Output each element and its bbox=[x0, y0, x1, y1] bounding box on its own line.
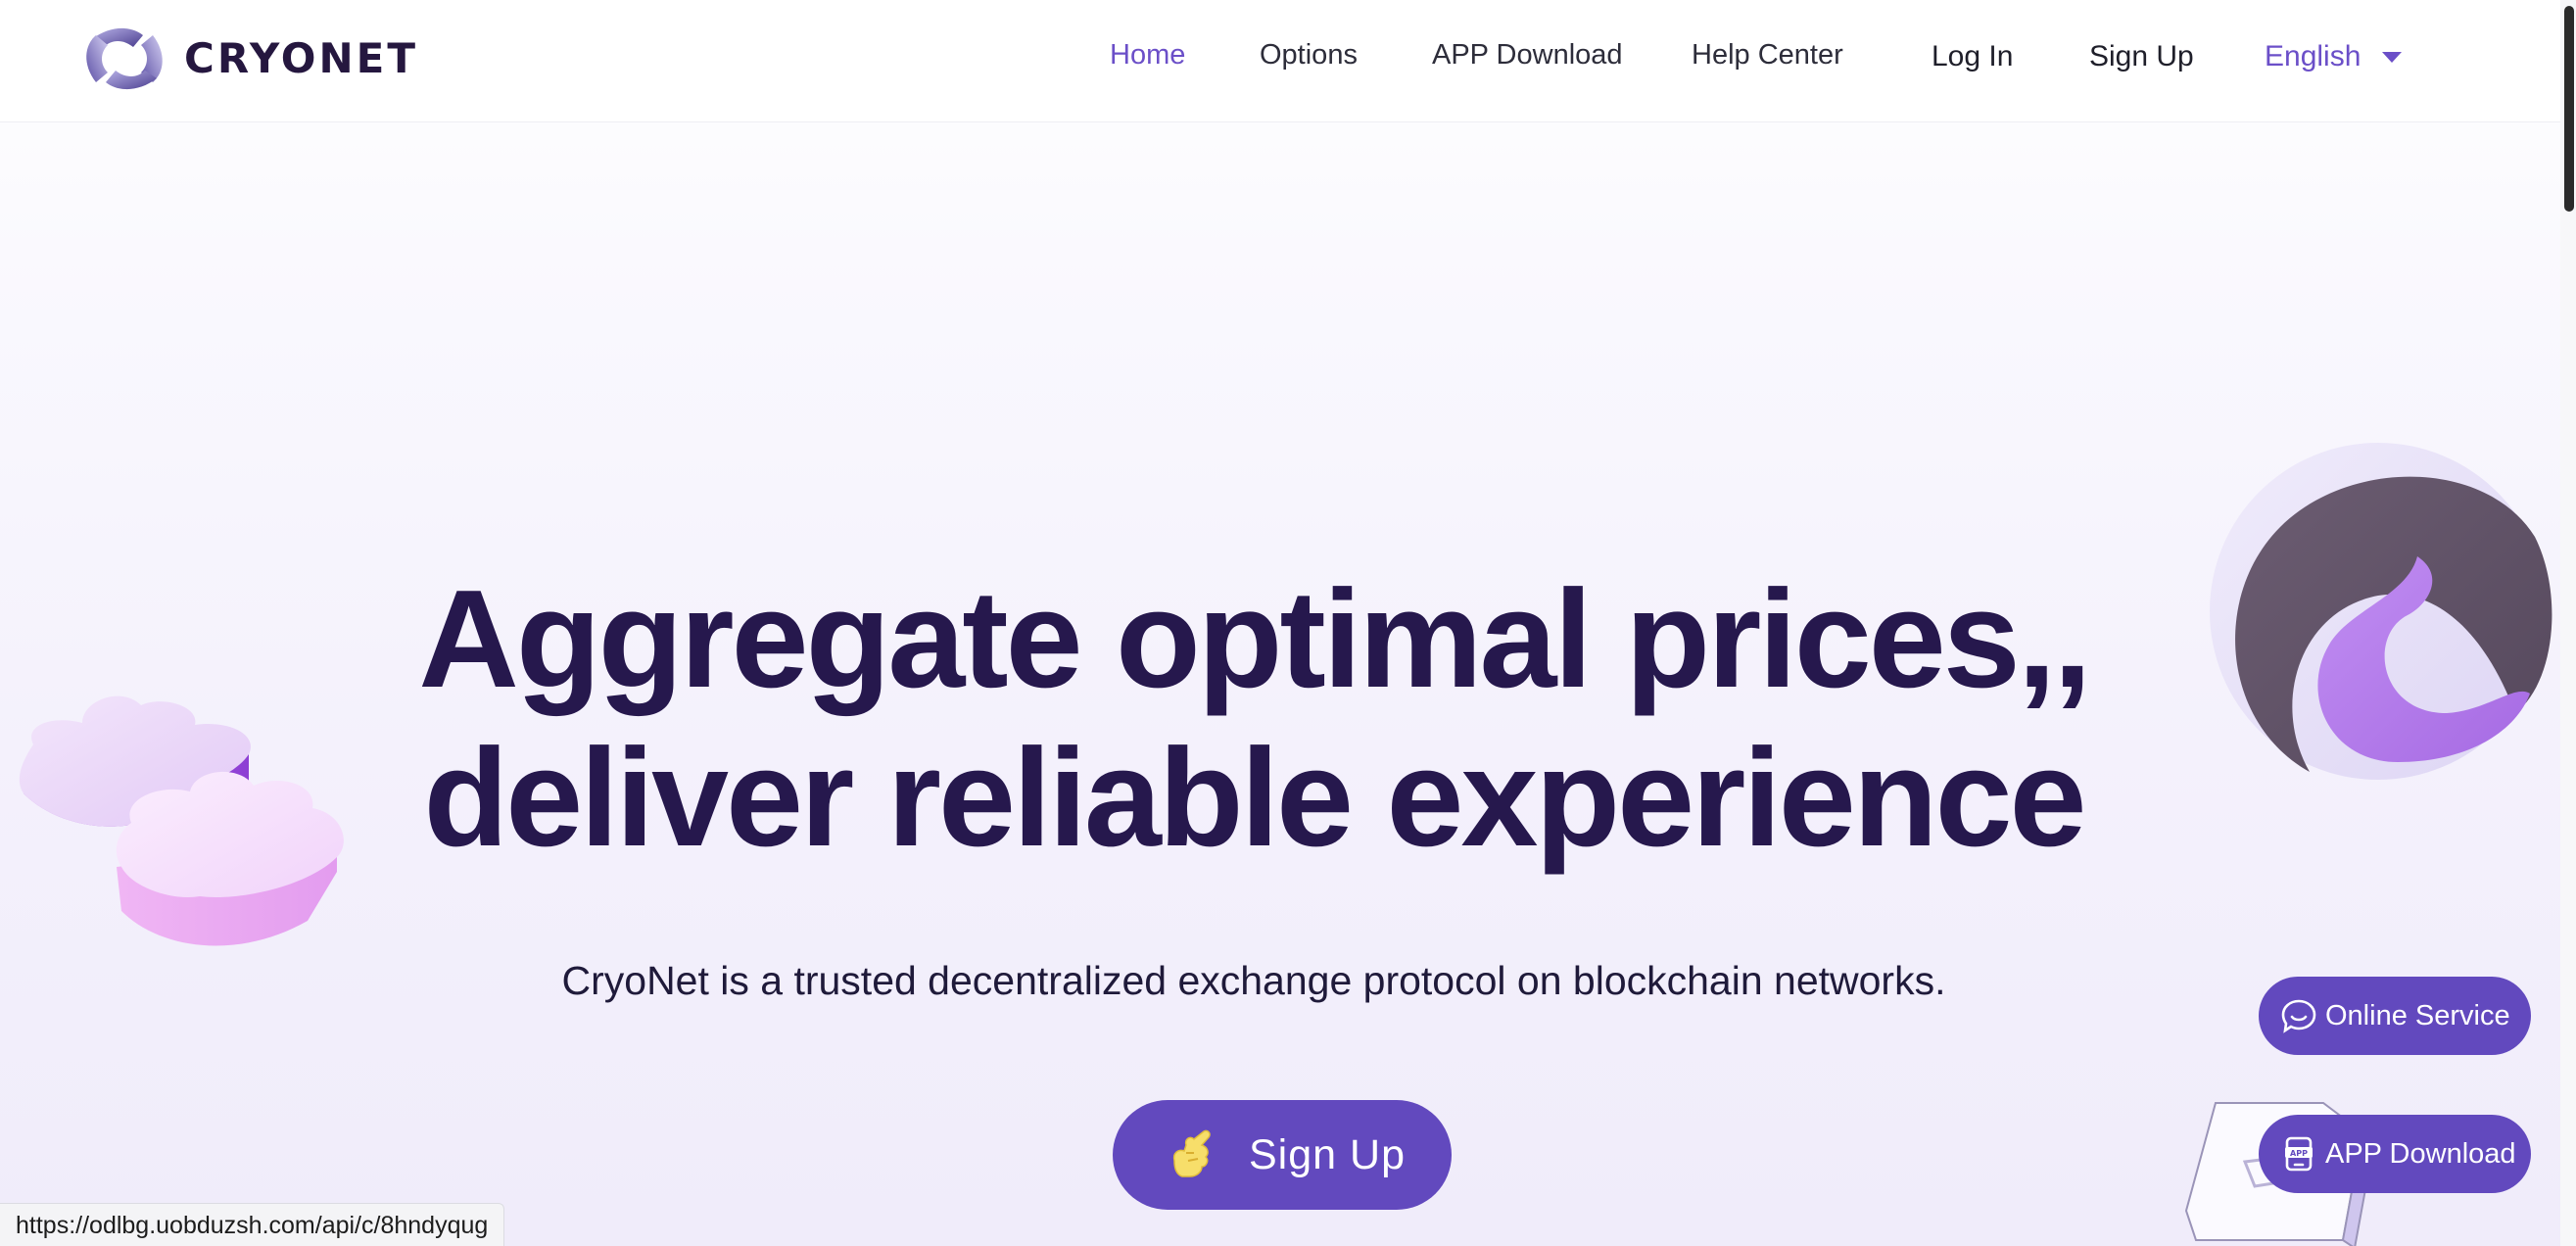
svg-text:APP: APP bbox=[2290, 1149, 2308, 1158]
nav-help-center[interactable]: Help Center bbox=[1692, 35, 1843, 74]
logo[interactable]: CRYONET bbox=[82, 22, 418, 94]
chat-bubble-icon bbox=[2281, 999, 2316, 1033]
nav-options[interactable]: Options bbox=[1260, 35, 1358, 74]
hero-signup-button[interactable]: Sign Up bbox=[1113, 1100, 1452, 1210]
online-service-button[interactable]: Online Service bbox=[2259, 977, 2531, 1055]
language-selector[interactable]: English bbox=[2265, 37, 2403, 76]
caret-down-icon bbox=[2382, 51, 2403, 63]
nav-home[interactable]: Home bbox=[1110, 35, 1185, 74]
top-navbar: CRYONET Home Options APP Download Help C… bbox=[0, 0, 2560, 122]
page: CRYONET Home Options APP Download Help C… bbox=[0, 0, 2576, 1246]
scrollbar-thumb[interactable] bbox=[2564, 6, 2574, 212]
signup-link[interactable]: Sign Up bbox=[2089, 37, 2194, 76]
hero-headline-line-1: Aggregate optimal prices,, bbox=[418, 561, 2091, 717]
status-bar-url: https://odlbg.uobduzsh.com/api/c/8hndyqu… bbox=[0, 1203, 505, 1246]
nav-app-download[interactable]: APP Download bbox=[1432, 35, 1623, 74]
app-download-float-button[interactable]: APP APP Download bbox=[2259, 1115, 2531, 1193]
app-download-float-label: APP Download bbox=[2325, 1137, 2516, 1170]
hero-headline-line-2: deliver reliable experience bbox=[423, 720, 2086, 876]
login-link[interactable]: Log In bbox=[1932, 37, 2013, 76]
brand-name: CRYONET bbox=[184, 33, 418, 82]
hero-subtitle: CryoNet is a trusted decentralized excha… bbox=[561, 958, 1946, 1003]
language-label: English bbox=[2265, 40, 2361, 72]
phone-app-icon: APP bbox=[2285, 1136, 2313, 1172]
cryonet-logo-icon bbox=[86, 27, 163, 90]
online-service-label: Online Service bbox=[2325, 999, 2510, 1031]
hero-headline: Aggregate optimal prices,, deliver relia… bbox=[294, 560, 2214, 878]
swirl-logo-illustration bbox=[2210, 443, 2552, 780]
hero-signup-label: Sign Up bbox=[1249, 1130, 1406, 1178]
pointing-hand-icon bbox=[1172, 1129, 1211, 1177]
